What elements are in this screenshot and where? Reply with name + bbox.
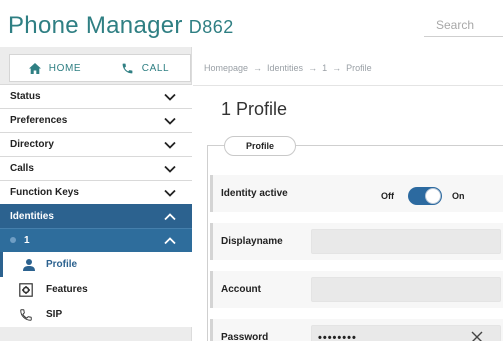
sidebar-item-directory[interactable]: Directory [0,132,192,156]
account-input[interactable] [311,277,501,302]
breadcrumb: Homepage → Identities → 1 → Profile [204,63,372,73]
sidebar-item-identity-1[interactable]: 1 [0,228,192,252]
sidebar-item-label: Preferences [10,115,68,126]
sip-phone-icon [20,309,32,321]
search-input[interactable] [424,13,503,36]
account-row: Account [210,271,503,308]
sidebar-item-label: Directory [10,139,54,150]
breadcrumb-identities[interactable]: Identities [267,63,303,73]
account-label: Account [221,284,261,295]
app-title: Phone Manager D862 [8,12,234,40]
gear-box-icon [19,283,33,297]
chevron-down-icon [164,189,176,197]
page-title: 1 Profile [221,99,288,119]
chevron-up-icon [164,236,176,244]
breadcrumb-profile: Profile [346,63,372,73]
displayname-input[interactable] [311,229,501,254]
search-box [424,13,503,37]
home-button[interactable]: HOME [10,55,100,81]
home-label: HOME [48,62,82,74]
breadcrumb-separator: → [253,63,263,73]
toggle-knob [425,188,441,204]
sidebar-menu: Status Preferences Directory Calls Funct… [0,84,192,327]
call-button[interactable]: CALL [100,55,190,81]
sidebar-item-label: Status [10,91,41,102]
chevron-down-icon [164,93,176,101]
sidebar-item-function-keys[interactable]: Function Keys [0,180,192,204]
person-icon [23,259,35,271]
close-icon[interactable] [471,331,483,341]
breadcrumb-homepage[interactable]: Homepage [204,63,248,73]
submenu-item-sip[interactable]: SIP [0,302,192,327]
breadcrumb-separator: → [332,63,342,73]
phone-icon [122,63,133,73]
password-label: Password [221,332,269,341]
chevron-down-icon [164,117,176,125]
submenu-item-features[interactable]: Features [0,277,192,302]
identity-active-label: Identity active [221,188,288,199]
displayname-row: Displayname [210,223,503,260]
sidebar-item-label: Function Keys [10,187,79,198]
home-icon [28,62,41,74]
password-row: Password •••••••• [210,319,503,341]
sidebar-item-label: Identities [10,211,54,222]
divider [193,85,503,86]
chevron-down-icon [164,141,176,149]
submenu-item-label: Profile [46,259,78,270]
device-model: D862 [188,17,234,37]
app-header: Phone Manager D862 [0,0,503,48]
identity-active-toggle[interactable] [408,187,442,205]
profile-panel: Profile Identity active Off On Displayna… [207,136,503,341]
sidebar-item-identities[interactable]: Identities [0,204,192,228]
tab-profile[interactable]: Profile [224,136,296,156]
chevron-down-icon [164,165,176,173]
sidebar-item-status[interactable]: Status [0,84,192,108]
sidebar-item-label: Calls [10,163,34,174]
breadcrumb-separator: → [308,63,318,73]
identity-active-toggle-group: Off On [381,187,465,205]
call-label: CALL [141,62,170,74]
chevron-up-icon [164,212,176,220]
top-nav: HOME CALL [9,54,191,82]
sidebar-item-calls[interactable]: Calls [0,156,192,180]
identity-active-row: Identity active Off On [210,175,503,212]
main-content: Homepage → Identities → 1 → Profile 1 Profile … [193,47,503,341]
sidebar-item-preferences[interactable]: Preferences [0,108,192,132]
app-title-text: Phone Manager [8,12,183,39]
submenu-item-label: SIP [46,309,63,320]
status-dot [10,237,16,244]
displayname-label: Displayname [221,236,283,247]
breadcrumb-identity[interactable]: 1 [322,63,327,73]
toggle-on-label: On [452,191,465,201]
toggle-off-label: Off [381,191,394,201]
sidebar: HOME CALL Status Preferences Directory C… [0,47,192,341]
submenu-item-profile[interactable]: Profile [0,252,192,277]
submenu-item-label: Features [46,284,88,295]
identity-number: 1 [24,235,30,246]
